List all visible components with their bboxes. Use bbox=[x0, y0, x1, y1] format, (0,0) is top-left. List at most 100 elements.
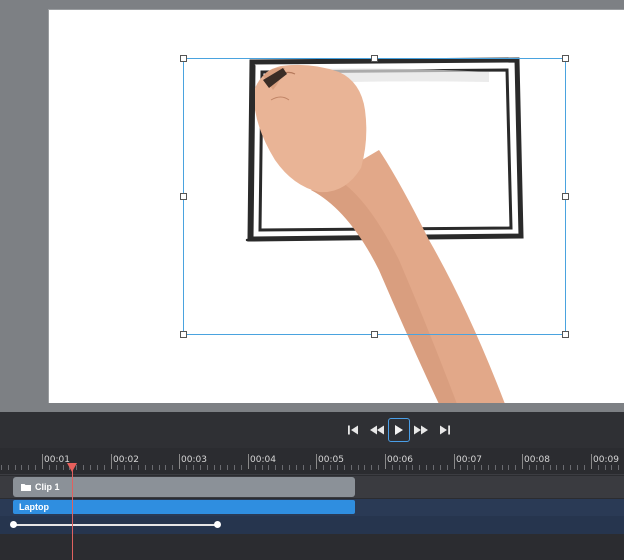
ruler-minor-tick bbox=[364, 465, 365, 470]
ruler-minor-tick bbox=[515, 465, 516, 470]
ruler-minor-tick bbox=[186, 465, 187, 470]
ruler-minor-tick bbox=[536, 465, 537, 470]
ruler-major-tick bbox=[179, 454, 180, 469]
ruler-major-tick bbox=[591, 454, 592, 469]
ruler-minor-tick bbox=[495, 465, 496, 470]
transport-bar bbox=[0, 412, 624, 448]
ruler-minor-tick bbox=[35, 465, 36, 470]
ruler-minor-tick bbox=[440, 465, 441, 470]
ruler-minor-tick bbox=[529, 465, 530, 470]
ruler-minor-tick bbox=[172, 465, 173, 470]
ruler-time-label: 00:03 bbox=[181, 455, 207, 465]
ruler-major-tick bbox=[385, 454, 386, 469]
ruler-minor-tick bbox=[467, 465, 468, 470]
ruler-minor-tick bbox=[1, 465, 2, 470]
timeline[interactable]: 00:01 00:02 00:03 00:04 00:05 00:06 00:07 00:08… bbox=[0, 448, 624, 560]
ruler-minor-tick bbox=[563, 465, 564, 470]
stage-area bbox=[0, 0, 624, 412]
ruler-minor-tick bbox=[618, 465, 619, 470]
ruler-minor-tick bbox=[104, 465, 105, 470]
ruler-major-tick bbox=[248, 454, 249, 469]
ruler-minor-tick bbox=[255, 465, 256, 470]
ruler-minor-tick bbox=[550, 465, 551, 470]
ruler-minor-tick bbox=[282, 465, 283, 470]
ruler-minor-tick bbox=[49, 465, 50, 470]
ruler-minor-tick bbox=[310, 465, 311, 470]
play-button[interactable] bbox=[388, 418, 410, 442]
layer-block-laptop[interactable]: Laptop bbox=[13, 500, 355, 514]
ruler-minor-tick bbox=[8, 465, 9, 470]
ruler-time-label: 00:04 bbox=[250, 455, 276, 465]
skip-start-icon bbox=[348, 425, 358, 435]
ruler-minor-tick bbox=[323, 465, 324, 470]
ruler-minor-tick bbox=[63, 465, 64, 470]
ruler-minor-tick bbox=[21, 465, 22, 470]
ruler-minor-tick bbox=[234, 465, 235, 470]
ruler-minor-tick bbox=[200, 465, 201, 470]
skip-start-button[interactable] bbox=[342, 420, 364, 440]
scene-drawing bbox=[245, 57, 524, 403]
ruler-minor-tick bbox=[97, 465, 98, 470]
ruler-minor-tick bbox=[220, 465, 221, 470]
ruler-minor-tick bbox=[131, 465, 132, 470]
ruler-minor-tick bbox=[268, 465, 269, 470]
canvas[interactable] bbox=[48, 9, 624, 403]
ruler-minor-tick bbox=[124, 465, 125, 470]
folder-icon bbox=[21, 484, 31, 491]
ruler-minor-tick bbox=[303, 465, 304, 470]
ruler-minor-tick bbox=[543, 465, 544, 470]
ruler-time-label: 00:05 bbox=[318, 455, 344, 465]
ruler-minor-tick bbox=[577, 465, 578, 470]
clip-block[interactable]: Clip 1 bbox=[13, 477, 355, 497]
ruler-minor-tick bbox=[117, 465, 118, 470]
playhead-line[interactable] bbox=[72, 463, 73, 560]
ruler-minor-tick bbox=[152, 465, 153, 470]
rewind-button[interactable] bbox=[366, 420, 388, 440]
ruler-minor-tick bbox=[460, 465, 461, 470]
ruler-minor-tick bbox=[584, 465, 585, 470]
layer-track: Laptop bbox=[0, 499, 624, 516]
ruler-minor-tick bbox=[598, 465, 599, 470]
skip-end-button[interactable] bbox=[434, 420, 456, 440]
ruler-minor-tick bbox=[165, 465, 166, 470]
ruler-time-label: 00:07 bbox=[456, 455, 482, 465]
ruler-minor-tick bbox=[28, 465, 29, 470]
play-icon bbox=[395, 425, 403, 435]
time-ruler[interactable]: 00:01 00:02 00:03 00:04 00:05 00:06 00:07 00:08… bbox=[0, 448, 624, 475]
ruler-major-tick bbox=[454, 454, 455, 469]
ruler-minor-tick bbox=[330, 465, 331, 470]
ruler-minor-tick bbox=[399, 465, 400, 470]
ruler-minor-tick bbox=[262, 465, 263, 470]
fast-forward-button[interactable] bbox=[410, 420, 432, 440]
keyframe-start[interactable] bbox=[10, 521, 17, 528]
ruler-minor-tick bbox=[296, 465, 297, 470]
ruler-minor-tick bbox=[378, 465, 379, 470]
ruler-minor-tick bbox=[419, 465, 420, 470]
ruler-minor-tick bbox=[207, 465, 208, 470]
ruler-minor-tick bbox=[193, 465, 194, 470]
ruler-minor-tick bbox=[426, 465, 427, 470]
ruler-minor-tick bbox=[289, 465, 290, 470]
rewind-icon bbox=[370, 425, 384, 435]
ruler-minor-tick bbox=[337, 465, 338, 470]
fast-forward-icon bbox=[414, 425, 428, 435]
playhead-marker[interactable] bbox=[67, 463, 77, 472]
ruler-minor-tick bbox=[392, 465, 393, 470]
ruler-minor-tick bbox=[15, 465, 16, 470]
ruler-major-tick bbox=[522, 454, 523, 469]
ruler-major-tick bbox=[111, 454, 112, 469]
ruler-minor-tick bbox=[159, 465, 160, 470]
ruler-minor-tick bbox=[502, 465, 503, 470]
ruler-minor-tick bbox=[56, 465, 57, 470]
ruler-time-label: 00:02 bbox=[113, 455, 139, 465]
hand-arm bbox=[255, 64, 505, 403]
ruler-minor-tick bbox=[474, 465, 475, 470]
layer-label: Laptop bbox=[19, 502, 49, 512]
ruler-minor-tick bbox=[241, 465, 242, 470]
ruler-minor-tick bbox=[508, 465, 509, 470]
ruler-time-label: 00:08 bbox=[524, 455, 550, 465]
ruler-minor-tick bbox=[433, 465, 434, 470]
ruler-minor-tick bbox=[412, 465, 413, 470]
ruler-minor-tick bbox=[611, 465, 612, 470]
keyframe-end[interactable] bbox=[214, 521, 221, 528]
